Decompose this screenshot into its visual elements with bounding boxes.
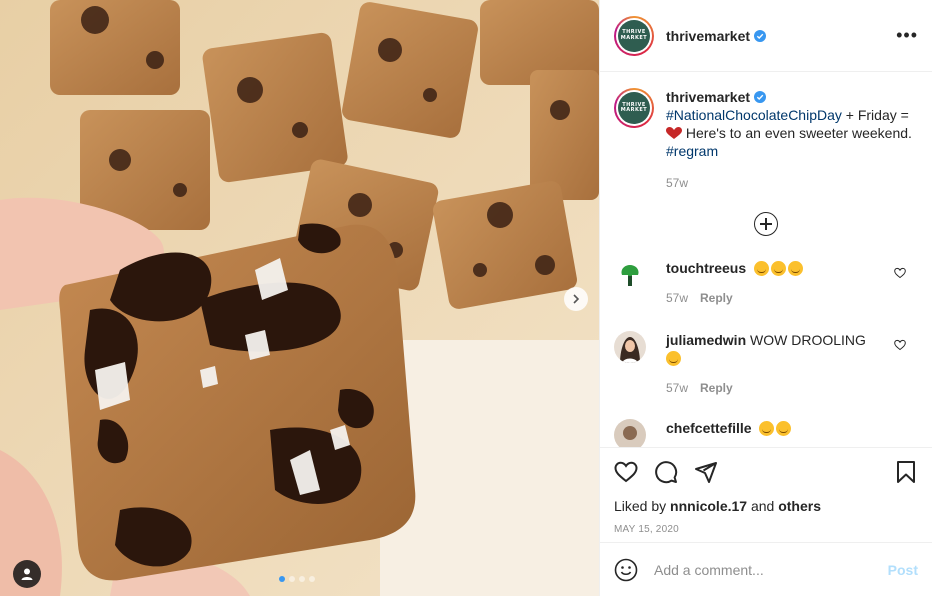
carousel-dot [299, 576, 305, 582]
hashtag-link[interactable]: #regram [666, 143, 718, 159]
comment-age: 57w [666, 291, 689, 305]
smile-emoji-icon [776, 421, 792, 436]
commenter-avatar[interactable] [614, 259, 646, 291]
tree-logo-icon [614, 259, 646, 291]
like-comment-heart-icon[interactable] [894, 267, 906, 279]
add-comment-bar: Post [600, 542, 932, 596]
comment-bubble-icon[interactable] [654, 460, 678, 484]
verified-badge-icon [754, 91, 767, 103]
profile-photo-icon [614, 419, 646, 447]
chevron-right-icon [573, 294, 580, 304]
next-photo-button[interactable] [564, 287, 588, 311]
smile-emoji-icon [771, 261, 787, 276]
commenter-avatar[interactable] [614, 331, 646, 363]
carousel-indicator [279, 576, 315, 582]
add-comment-input[interactable] [654, 561, 874, 578]
liked-by-others[interactable]: others [778, 498, 821, 514]
comment-item: touchtreeus 57w Reply [600, 259, 932, 307]
commenter-avatar[interactable] [614, 419, 646, 447]
like-comment-heart-icon[interactable] [894, 339, 906, 351]
post-photo[interactable] [0, 0, 599, 596]
caption-text: thrivemarket #NationalChocolateChipDay +… [666, 88, 916, 192]
post-comment-button[interactable]: Post [888, 562, 918, 578]
emoji-picker-icon[interactable] [614, 558, 638, 582]
smile-emoji-icon [759, 421, 775, 436]
like-heart-icon[interactable] [614, 460, 638, 484]
author-avatar[interactable]: THRIVE MARKET [614, 15, 654, 56]
author-username[interactable]: thrivemarket [666, 28, 750, 44]
thrive-market-logo: THRIVE MARKET [618, 19, 650, 52]
post-header: THRIVE MARKET thrivemarket ••• [600, 0, 932, 72]
caption-age: 57w [666, 176, 689, 190]
comment-username[interactable]: touchtreeus [666, 260, 746, 276]
profile-photo-icon [614, 331, 646, 363]
cookie-bars-image [0, 0, 599, 596]
comment-text: WOW DROOLING [750, 332, 866, 348]
post-caption: THRIVE MARKET thrivemarket #NationalChoc… [600, 72, 932, 192]
smile-emoji-icon [754, 261, 770, 276]
carousel-dot [309, 576, 315, 582]
smile-emoji-icon [788, 261, 804, 276]
heart-emoji-icon [666, 127, 682, 139]
thrive-market-logo: THRIVE MARKET [618, 92, 650, 124]
carousel-dot [279, 576, 285, 582]
reply-button[interactable]: Reply [700, 381, 733, 395]
comment-username[interactable]: juliamedwin [666, 332, 746, 348]
plus-circle-icon [754, 212, 778, 236]
reply-button[interactable]: Reply [700, 291, 733, 305]
verified-badge-icon [754, 29, 767, 42]
post-modal: THRIVE MARKET thrivemarket ••• THRIVE MA… [0, 0, 932, 596]
post-sidebar: THRIVE MARKET thrivemarket ••• THRIVE MA… [599, 0, 932, 596]
more-options-button[interactable]: ••• [896, 25, 918, 46]
comment-item: juliamedwin WOW DROOLING 57w Reply [600, 331, 932, 397]
carousel-dot [289, 576, 295, 582]
post-actions: Liked by nnnicole.17 and others MAY 15, … [600, 447, 932, 542]
save-bookmark-icon[interactable] [894, 460, 918, 484]
comment-item: chefcettefille [600, 419, 932, 447]
caption-username[interactable]: thrivemarket [666, 89, 750, 105]
post-date: MAY 15, 2020 [614, 524, 679, 535]
hashtag-link[interactable]: #NationalChocolateChipDay [666, 107, 842, 123]
smile-emoji-icon [666, 351, 681, 366]
user-icon [21, 568, 33, 580]
comment-age: 57w [666, 381, 689, 395]
tagged-users-button[interactable] [13, 560, 41, 588]
liked-by-user[interactable]: nnnicole.17 [670, 498, 747, 514]
comments-area[interactable]: THRIVE MARKET thrivemarket #NationalChoc… [600, 72, 932, 447]
load-more-comments[interactable] [600, 212, 932, 236]
share-paper-plane-icon[interactable] [694, 460, 718, 484]
caption-author-avatar[interactable]: THRIVE MARKET [614, 88, 654, 128]
comment-username[interactable]: chefcettefille [666, 420, 752, 436]
likes-summary: Liked by nnnicole.17 and others [614, 498, 822, 514]
